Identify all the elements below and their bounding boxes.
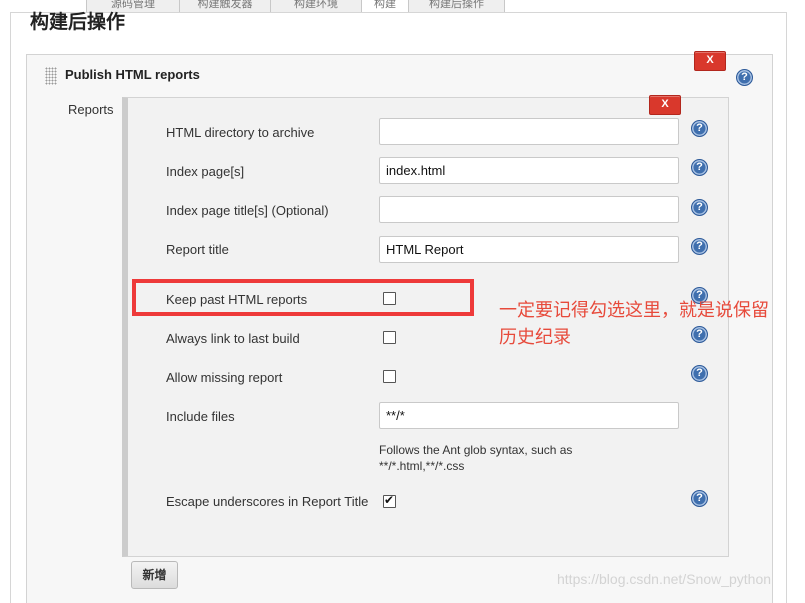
always-link-checkbox[interactable] xyxy=(383,331,396,344)
include-files-hint: Follows the Ant glob syntax, such as **/… xyxy=(379,443,573,473)
include-files-input[interactable]: **/* xyxy=(379,402,679,429)
index-pages-input[interactable]: index.html xyxy=(379,157,679,184)
delete-report-button[interactable]: X xyxy=(649,95,681,115)
escape-underscores-checkbox[interactable] xyxy=(383,493,396,508)
highlight-box xyxy=(132,279,474,316)
always-link-label: Always link to last build xyxy=(166,331,300,346)
allow-missing-label: Allow missing report xyxy=(166,370,283,385)
help-icon[interactable]: ? xyxy=(691,238,708,255)
allow-missing-checkbox[interactable] xyxy=(383,370,396,383)
report-title-label: Report title xyxy=(166,242,229,257)
html-directory-label: HTML directory to archive xyxy=(166,125,315,140)
html-directory-input[interactable] xyxy=(379,118,679,145)
index-titles-input[interactable] xyxy=(379,196,679,223)
help-icon[interactable]: ? xyxy=(691,199,708,216)
index-pages-label: Index page[s] xyxy=(166,164,245,179)
watermark: https://blog.csdn.net/Snow_python xyxy=(557,571,772,587)
escape-underscores-label: Escape underscores in Report Title xyxy=(166,494,369,509)
include-files-label: Include files xyxy=(166,409,235,424)
index-titles-label: Index page title[s] (Optional) xyxy=(166,203,329,218)
reports-label: Reports xyxy=(68,102,114,117)
add-report-button[interactable]: 新增 xyxy=(131,561,178,589)
report-title-input[interactable]: HTML Report xyxy=(379,236,679,263)
delete-publisher-button[interactable]: X xyxy=(694,51,726,71)
help-icon[interactable]: ? xyxy=(736,69,753,86)
help-icon[interactable]: ? xyxy=(691,159,708,176)
annotation-note: 一定要记得勾选这里，就是说保留 历史纪录 xyxy=(499,300,769,348)
help-icon[interactable]: ? xyxy=(691,365,708,382)
publish-title: Publish HTML reports xyxy=(65,67,200,82)
section-title: 构建后操作 xyxy=(30,12,126,33)
drag-handle-icon[interactable] xyxy=(45,67,57,85)
help-icon[interactable]: ? xyxy=(691,120,708,137)
help-icon[interactable]: ? xyxy=(691,490,708,507)
